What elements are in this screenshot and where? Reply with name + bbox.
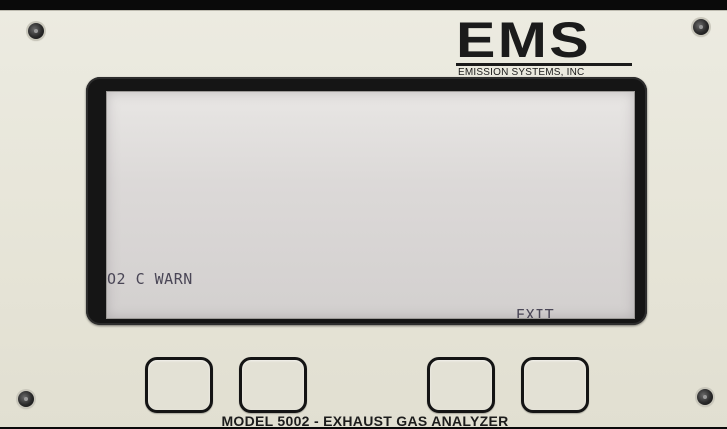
analyzer-front-panel: EMS EMISSION SYSTEMS, INC O2 C WARN EXIT…: [0, 10, 727, 429]
logo-letters: EMS: [456, 12, 591, 68]
logo-rule: [456, 63, 632, 66]
screw-icon: [697, 389, 713, 405]
screw-icon: [693, 19, 709, 35]
screw-icon: [18, 391, 34, 407]
lcd-screen: O2 C WARN EXIT: [106, 91, 635, 319]
ems-logo: EMS EMISSION SYSTEMS, INC: [456, 13, 632, 79]
screw-icon: [28, 23, 44, 39]
soft-key-4-exit[interactable]: [521, 357, 589, 413]
soft-key-1[interactable]: [145, 357, 213, 413]
model-label: MODEL 5002 - EXHAUST GAS ANALYZER: [221, 413, 509, 429]
soft-key-2[interactable]: [239, 357, 307, 413]
soft-key-3[interactable]: [427, 357, 495, 413]
exit-softkey-label: EXIT: [516, 306, 555, 319]
warning-message: O2 C WARN: [107, 270, 193, 288]
